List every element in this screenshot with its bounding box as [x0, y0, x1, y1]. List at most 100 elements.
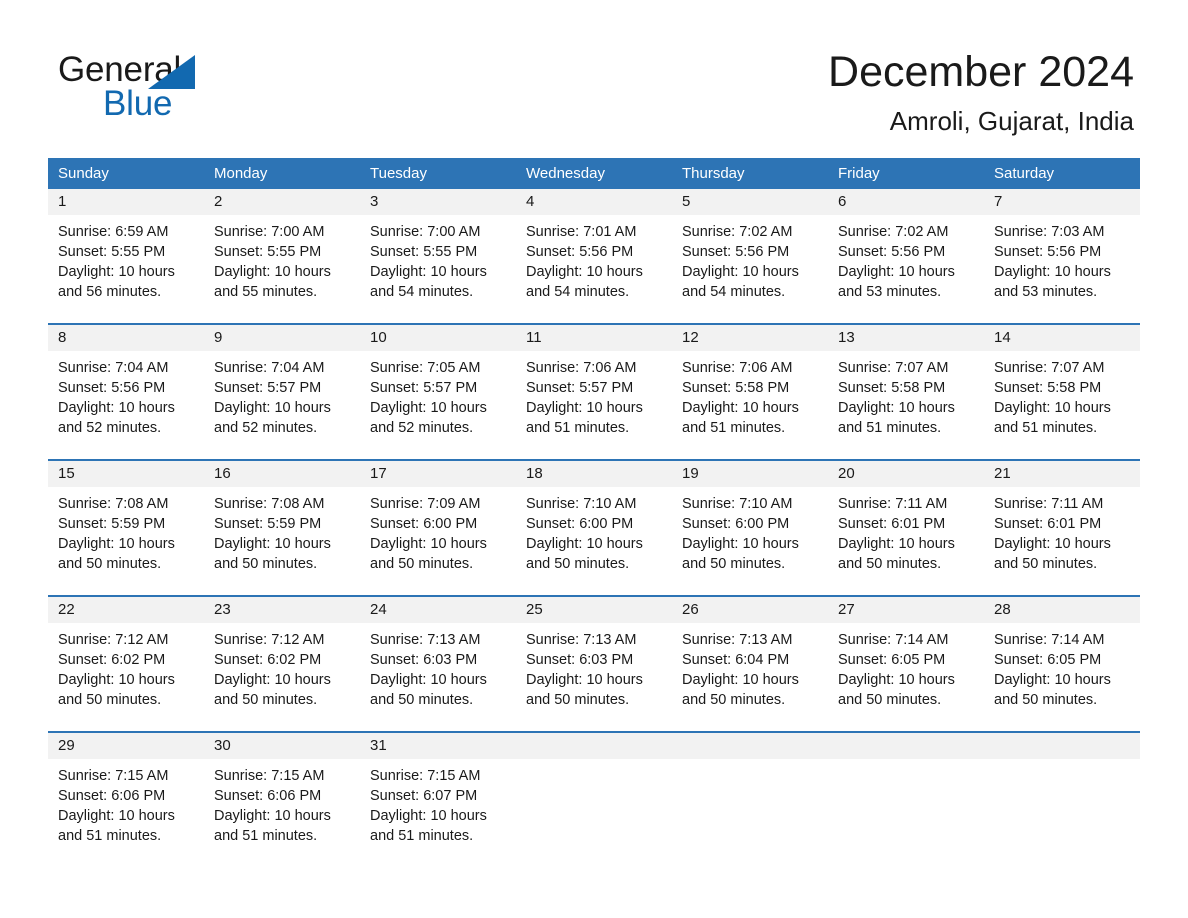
sunrise-text: Sunrise: 7:03 AM	[994, 224, 1105, 240]
sunrise-text: Sunrise: 7:13 AM	[682, 632, 793, 648]
day-cell[interactable]: Sunrise: 7:04 AM Sunset: 5:57 PM Dayligh…	[204, 351, 360, 451]
day-cell[interactable]: Sunrise: 7:12 AM Sunset: 6:02 PM Dayligh…	[204, 623, 360, 723]
daylight-text-line1: Daylight: 10 hours	[682, 264, 799, 280]
day-cell[interactable]: Sunrise: 7:02 AM Sunset: 5:56 PM Dayligh…	[828, 215, 984, 315]
day-cell[interactable]: Sunrise: 7:13 AM Sunset: 6:03 PM Dayligh…	[516, 623, 672, 723]
day-number[interactable]: 21	[984, 461, 1140, 487]
day-number[interactable]: 11	[516, 325, 672, 351]
day-cell[interactable]: Sunrise: 7:04 AM Sunset: 5:56 PM Dayligh…	[48, 351, 204, 451]
day-cell[interactable]: Sunrise: 7:03 AM Sunset: 5:56 PM Dayligh…	[984, 215, 1140, 315]
day-number[interactable]: 5	[672, 189, 828, 215]
day-number[interactable]: 29	[48, 733, 204, 759]
day-cell[interactable]: Sunrise: 7:15 AM Sunset: 6:06 PM Dayligh…	[48, 759, 204, 859]
day-cell[interactable]: Sunrise: 7:05 AM Sunset: 5:57 PM Dayligh…	[360, 351, 516, 451]
day-number[interactable]: 30	[204, 733, 360, 759]
day-number[interactable]: 19	[672, 461, 828, 487]
day-number[interactable]: 28	[984, 597, 1140, 623]
daylight-text-line1: Daylight: 10 hours	[370, 400, 487, 416]
sunrise-text: Sunrise: 7:14 AM	[994, 632, 1105, 648]
day-cell[interactable]: Sunrise: 7:02 AM Sunset: 5:56 PM Dayligh…	[672, 215, 828, 315]
daylight-text-line1: Daylight: 10 hours	[214, 672, 331, 688]
day-cell[interactable]: Sunrise: 7:01 AM Sunset: 5:56 PM Dayligh…	[516, 215, 672, 315]
daylight-text-line1: Daylight: 10 hours	[370, 672, 487, 688]
day-cell[interactable]: Sunrise: 7:09 AM Sunset: 6:00 PM Dayligh…	[360, 487, 516, 587]
calendar-page: General Blue December 2024 Amroli, Gujar…	[0, 0, 1188, 918]
day-number[interactable]: 10	[360, 325, 516, 351]
day-number[interactable]: 26	[672, 597, 828, 623]
day-number[interactable]: 16	[204, 461, 360, 487]
brand-name-blue: Blue	[103, 84, 173, 123]
day-cell[interactable]: Sunrise: 7:15 AM Sunset: 6:06 PM Dayligh…	[204, 759, 360, 859]
daylight-text-line2: and 53 minutes.	[994, 284, 1098, 300]
daylight-text-line2: and 50 minutes.	[682, 556, 786, 572]
daylight-text-line1: Daylight: 10 hours	[58, 536, 175, 552]
day-cell[interactable]: Sunrise: 7:00 AM Sunset: 5:55 PM Dayligh…	[204, 215, 360, 315]
day-number[interactable]: 18	[516, 461, 672, 487]
week-row: 29 30 31 Sunrise: 7:15 AM Sunset: 6:06 P…	[48, 731, 1140, 859]
day-number[interactable]: 25	[516, 597, 672, 623]
sunset-text: Sunset: 6:01 PM	[838, 516, 946, 532]
day-cell[interactable]: Sunrise: 7:10 AM Sunset: 6:00 PM Dayligh…	[516, 487, 672, 587]
week-detail-strip: Sunrise: 7:08 AM Sunset: 5:59 PM Dayligh…	[48, 487, 1140, 587]
day-cell[interactable]: Sunrise: 7:15 AM Sunset: 6:07 PM Dayligh…	[360, 759, 516, 859]
daylight-text-line2: and 51 minutes.	[214, 828, 318, 844]
day-number[interactable]: 24	[360, 597, 516, 623]
day-number[interactable]: 7	[984, 189, 1140, 215]
day-cell[interactable]: Sunrise: 7:14 AM Sunset: 6:05 PM Dayligh…	[828, 623, 984, 723]
weekday-header-sunday: Sunday	[58, 165, 109, 182]
title-block: December 2024 Amroli, Gujarat, India	[828, 46, 1134, 138]
daylight-text-line1: Daylight: 10 hours	[838, 264, 955, 280]
daylight-text-line2: and 50 minutes.	[370, 556, 474, 572]
sunset-text: Sunset: 5:56 PM	[994, 244, 1102, 260]
daylight-text-line2: and 52 minutes.	[214, 420, 318, 436]
day-number[interactable]: 31	[360, 733, 516, 759]
day-number[interactable]: 12	[672, 325, 828, 351]
day-cell[interactable]: Sunrise: 7:13 AM Sunset: 6:03 PM Dayligh…	[360, 623, 516, 723]
week-detail-strip: Sunrise: 7:15 AM Sunset: 6:06 PM Dayligh…	[48, 759, 1140, 859]
day-cell[interactable]: Sunrise: 7:12 AM Sunset: 6:02 PM Dayligh…	[48, 623, 204, 723]
day-number[interactable]: 15	[48, 461, 204, 487]
sunrise-text: Sunrise: 7:10 AM	[526, 496, 637, 512]
day-cell[interactable]: Sunrise: 7:08 AM Sunset: 5:59 PM Dayligh…	[48, 487, 204, 587]
day-cell[interactable]: Sunrise: 7:11 AM Sunset: 6:01 PM Dayligh…	[984, 487, 1140, 587]
day-number[interactable]: 22	[48, 597, 204, 623]
day-number[interactable]: 4	[516, 189, 672, 215]
day-number[interactable]: 8	[48, 325, 204, 351]
day-number[interactable]: 2	[204, 189, 360, 215]
day-cell[interactable]: Sunrise: 7:00 AM Sunset: 5:55 PM Dayligh…	[360, 215, 516, 315]
daylight-text-line2: and 52 minutes.	[370, 420, 474, 436]
day-number[interactable]: 13	[828, 325, 984, 351]
week-daynumber-strip: 22 23 24 25 26 27 28	[48, 597, 1140, 623]
day-number[interactable]: 23	[204, 597, 360, 623]
day-cell[interactable]: Sunrise: 7:07 AM Sunset: 5:58 PM Dayligh…	[828, 351, 984, 451]
day-cell[interactable]: Sunrise: 7:13 AM Sunset: 6:04 PM Dayligh…	[672, 623, 828, 723]
sunrise-text: Sunrise: 7:00 AM	[370, 224, 481, 240]
day-cell[interactable]: Sunrise: 6:59 AM Sunset: 5:55 PM Dayligh…	[48, 215, 204, 315]
day-cell[interactable]: Sunrise: 7:06 AM Sunset: 5:57 PM Dayligh…	[516, 351, 672, 451]
day-cell[interactable]: Sunrise: 7:11 AM Sunset: 6:01 PM Dayligh…	[828, 487, 984, 587]
daylight-text-line2: and 50 minutes.	[682, 692, 786, 708]
daylight-text-line1: Daylight: 10 hours	[838, 672, 955, 688]
day-number[interactable]: 9	[204, 325, 360, 351]
sunset-text: Sunset: 6:06 PM	[58, 788, 166, 804]
daylight-text-line2: and 54 minutes.	[682, 284, 786, 300]
day-cell[interactable]: Sunrise: 7:06 AM Sunset: 5:58 PM Dayligh…	[672, 351, 828, 451]
day-number[interactable]: 27	[828, 597, 984, 623]
day-cell[interactable]: Sunrise: 7:07 AM Sunset: 5:58 PM Dayligh…	[984, 351, 1140, 451]
day-cell[interactable]: Sunrise: 7:14 AM Sunset: 6:05 PM Dayligh…	[984, 623, 1140, 723]
sunset-text: Sunset: 6:00 PM	[370, 516, 478, 532]
brand-logo[interactable]: General Blue	[58, 52, 288, 127]
day-cell[interactable]: Sunrise: 7:10 AM Sunset: 6:00 PM Dayligh…	[672, 487, 828, 587]
week-daynumber-strip: 8 9 10 11 12 13 14	[48, 325, 1140, 351]
sunset-text: Sunset: 6:00 PM	[682, 516, 790, 532]
day-number[interactable]: 1	[48, 189, 204, 215]
day-number[interactable]: 17	[360, 461, 516, 487]
day-number[interactable]: 3	[360, 189, 516, 215]
day-number[interactable]: 14	[984, 325, 1140, 351]
daylight-text-line1: Daylight: 10 hours	[994, 536, 1111, 552]
day-number[interactable]: 6	[828, 189, 984, 215]
day-cell[interactable]: Sunrise: 7:08 AM Sunset: 5:59 PM Dayligh…	[204, 487, 360, 587]
sunset-text: Sunset: 5:55 PM	[58, 244, 166, 260]
daylight-text-line2: and 51 minutes.	[58, 828, 162, 844]
day-number[interactable]: 20	[828, 461, 984, 487]
